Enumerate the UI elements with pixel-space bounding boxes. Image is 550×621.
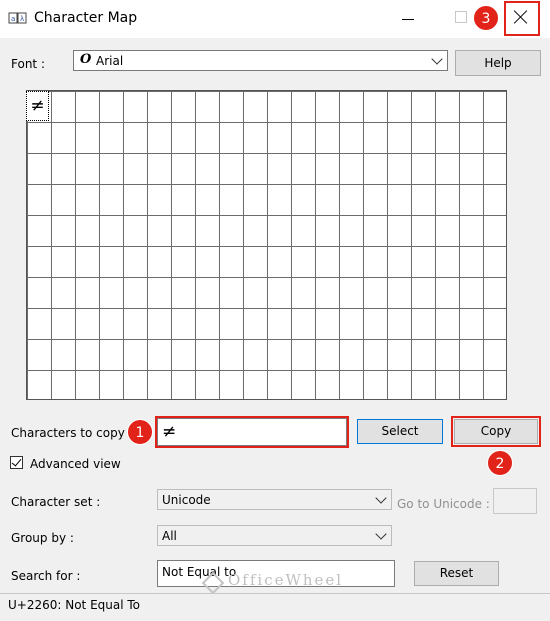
charmap-app-icon: a λ: [8, 12, 27, 24]
help-button[interactable]: Help: [455, 50, 541, 76]
font-dropdown-value: Arial: [96, 54, 124, 68]
character-grid[interactable]: [26, 90, 507, 400]
annotation-badge-2: 2: [487, 450, 513, 476]
reset-button[interactable]: Reset: [414, 561, 499, 586]
annotation-box-copy-button: [451, 416, 541, 447]
annotation-box-copy-field: [155, 416, 349, 448]
advanced-view-checkbox[interactable]: [10, 456, 23, 469]
characters-to-copy-label: Characters to copy :: [11, 426, 133, 440]
font-dropdown[interactable]: O Arial: [73, 50, 448, 71]
annotation-badge-1: 1: [127, 419, 153, 445]
advanced-view-label: Advanced view: [30, 457, 121, 471]
window-title: Character Map: [34, 10, 138, 26]
chevron-down-icon: [431, 53, 443, 65]
select-button[interactable]: Select: [357, 419, 443, 444]
search-input-value: Not Equal to: [162, 565, 237, 579]
annotation-box-close-button: [504, 1, 540, 36]
character-set-label: Character set :: [11, 495, 101, 509]
annotation-badge-3: 3: [473, 5, 499, 31]
maximize-button[interactable]: [455, 11, 467, 23]
character-set-value: Unicode: [162, 493, 211, 507]
minimize-button[interactable]: [399, 6, 417, 28]
group-by-dropdown[interactable]: All: [157, 525, 392, 546]
chevron-down-icon: [375, 528, 387, 540]
status-text: U+2260: Not Equal To: [8, 598, 141, 612]
font-label: Font :: [11, 57, 45, 71]
group-by-value: All: [162, 529, 177, 543]
chevron-down-icon: [375, 492, 387, 504]
go-to-unicode-label: Go to Unicode :: [397, 497, 490, 511]
svg-text:λ: λ: [20, 15, 24, 23]
selected-character-cell[interactable]: ≠: [26, 91, 49, 121]
character-set-dropdown[interactable]: Unicode: [157, 489, 392, 510]
status-bar: U+2260: Not Equal To: [0, 593, 550, 621]
group-by-label: Group by :: [11, 531, 74, 545]
font-type-icon: O: [80, 52, 92, 67]
title-bar: a λ Character Map: [0, 0, 550, 38]
svg-text:a: a: [11, 15, 15, 23]
search-for-label: Search for :: [11, 569, 81, 583]
watermark-text: OfficeWheel: [228, 571, 344, 589]
go-to-unicode-input[interactable]: [493, 488, 537, 514]
